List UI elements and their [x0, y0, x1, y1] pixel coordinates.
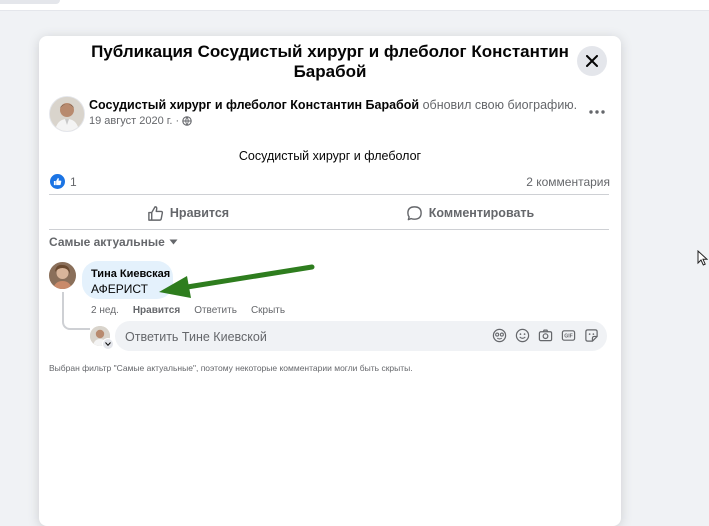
annotation-arrow — [159, 264, 315, 298]
browser-top-strip — [0, 0, 709, 11]
top-tab-fragment — [0, 0, 60, 4]
post-modal: Публикация Сосудистый хирург и флеболог … — [39, 36, 621, 526]
mouse-cursor-icon — [697, 250, 708, 266]
